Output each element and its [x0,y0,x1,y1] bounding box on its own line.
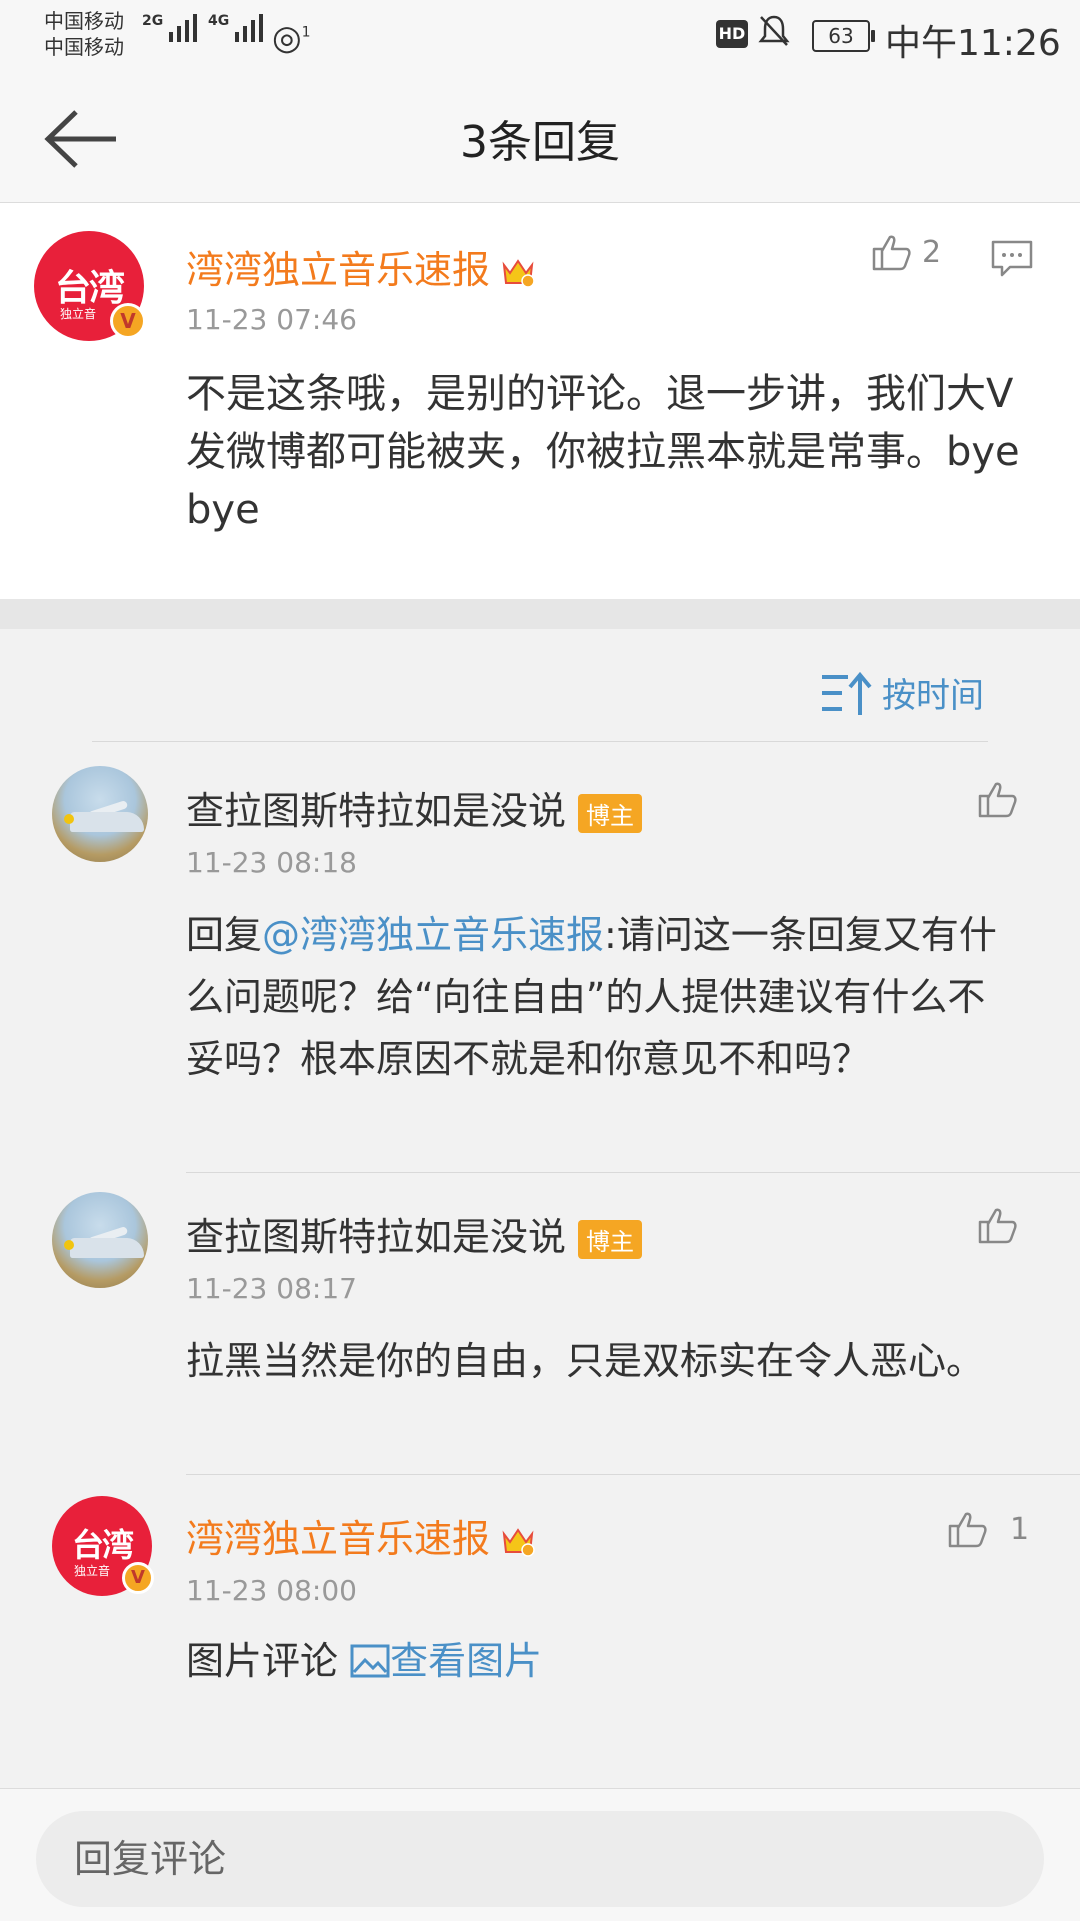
crown-icon [502,1527,535,1557]
avatar[interactable]: 台湾 独立音 V [34,231,146,341]
reply-username[interactable]: 湾湾独立音乐速报 [186,1508,536,1563]
author-badge: 博主 [578,794,643,833]
carrier-1: 中国移动 [44,9,124,33]
like-count: 2 [922,234,942,270]
sort-by-time-button[interactable]: 按时间 [820,668,984,717]
reply-time: 11-23 08:00 [186,1574,357,1607]
sort-label: 按时间 [882,676,984,716]
sort-icon [822,671,872,715]
like-count: 1 [1010,1511,1030,1547]
reply-content: 回复@湾湾独立音乐速报:请问这一条回复又有什么问题呢？给“向往自由”的人提供建议… [186,913,997,1081]
comment-content: 不是这条哦，是别的评论。退一步讲，我们大V发微博都可能被夹，你被拉黑本就是常事。… [186,371,1020,533]
section-divider [0,599,1080,629]
thumbs-up-icon [948,1512,987,1548]
thumbs-up-icon [872,235,911,271]
verified-badge-icon: V [122,1562,154,1594]
root-comment: 台湾 独立音 V 湾湾独立音乐速报 11-23 07:46 2 不是这条哦，是别… [0,203,1080,599]
network-type-1: 2G [142,13,164,29]
mute-bell-icon [758,14,790,56]
reply-content: 图片评论 查看图片 [186,1639,543,1683]
reply-username[interactable]: 查拉图斯特拉如是没说 博主 [186,780,643,835]
battery-icon: 63 [812,20,875,52]
divider [186,1474,1080,1475]
reply-time: 11-23 08:17 [186,1272,357,1305]
view-image-link[interactable]: 查看图片 [350,1639,542,1683]
reply-username[interactable]: 查拉图斯特拉如是没说 博主 [186,1206,643,1261]
reply-input[interactable] [36,1811,1044,1907]
divider [92,741,988,742]
avatar[interactable] [52,1192,148,1288]
avatar[interactable]: 台湾 独立音 V [52,1496,154,1596]
carrier-labels: 中国移动 中国移动 [44,8,124,60]
comment-time: 11-23 07:46 [186,303,357,336]
divider [186,1172,1080,1173]
nav-bar: 3条回复 [0,76,1080,203]
avatar[interactable] [52,766,148,862]
thumbs-up-icon[interactable] [976,1204,1018,1246]
comment-username[interactable]: 湾湾独立音乐速报 [186,239,536,294]
page-title: 3条回复 [460,117,620,168]
carrier-2: 中国移动 [44,35,124,59]
crown-icon [502,258,535,288]
hotspot-icon: ◎1 [272,18,311,58]
signal-icon: 2G [142,13,198,42]
status-bar: 中国移动 中国移动 2G 4G ◎1 HD 63 中午11:26 [0,0,1080,76]
image-icon [350,1644,390,1678]
author-badge: 博主 [578,1220,643,1259]
reply-content: 拉黑当然是你的自由，只是双标实在令人恶心。 [186,1339,985,1383]
comment-icon[interactable] [990,239,1034,279]
like-button[interactable]: 1 [946,1508,1029,1550]
bottom-bar [0,1788,1080,1921]
like-button[interactable]: 2 [870,231,941,273]
clock: 中午11:26 [885,23,1061,64]
thumbs-up-icon[interactable] [976,778,1018,820]
hd-icon: HD [716,20,748,48]
mention-link[interactable]: @湾湾独立音乐速报 [262,913,604,957]
verified-badge-icon: V [110,303,146,339]
signal-icon-2: 4G [208,13,264,42]
reply-time: 11-23 08:18 [186,846,357,879]
network-type-2: 4G [208,13,230,29]
